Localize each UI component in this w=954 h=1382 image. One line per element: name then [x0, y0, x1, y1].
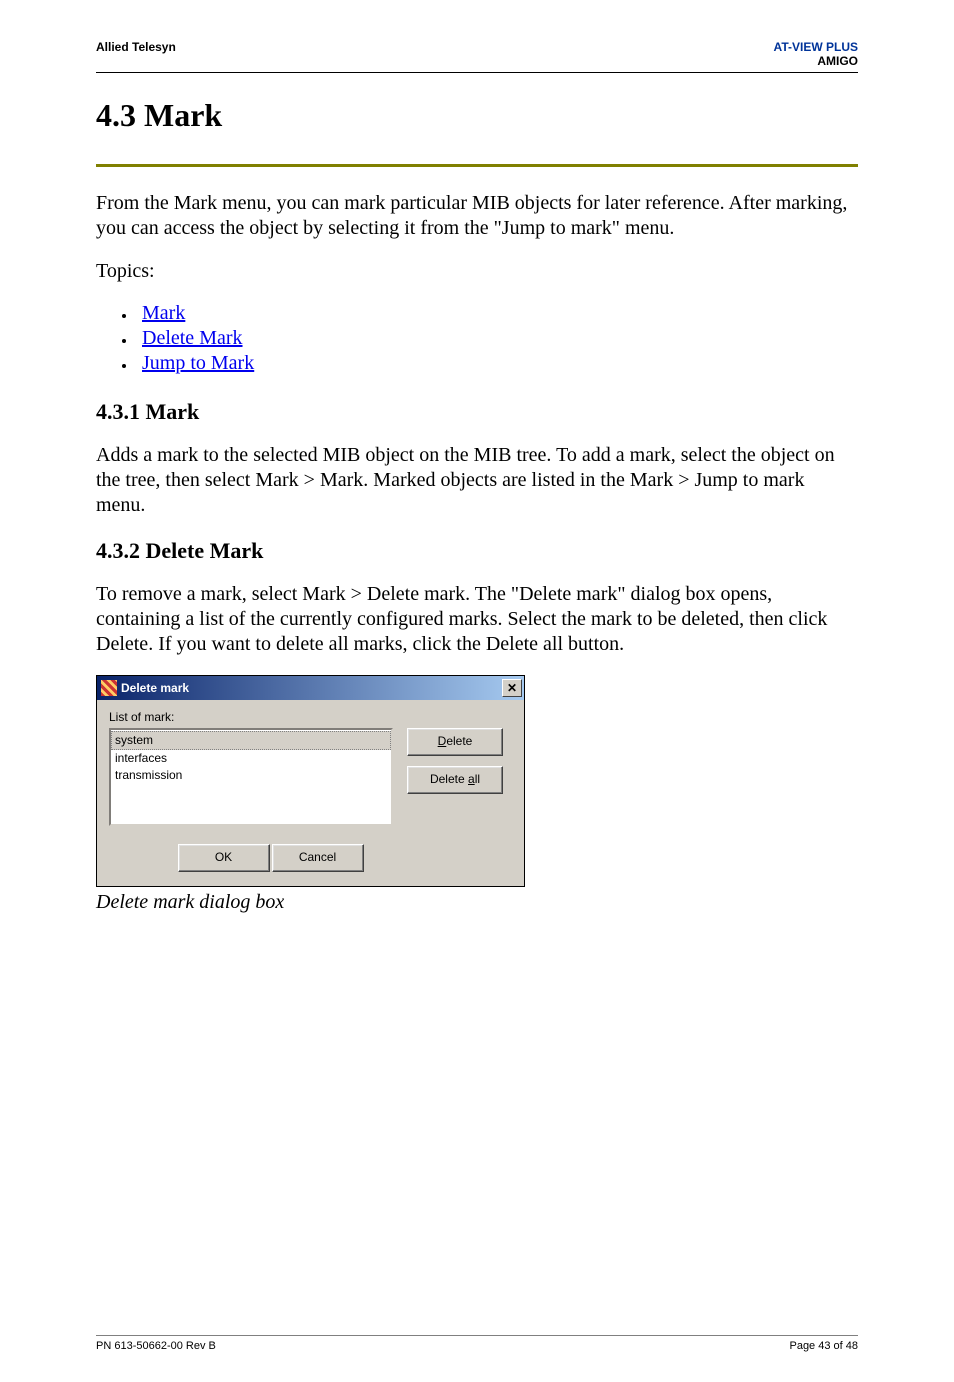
list-item: Mark	[136, 302, 858, 325]
list-item: Delete Mark	[136, 327, 858, 350]
page-header: Allied Telesyn AT-VIEW PLUS AMIGO	[96, 40, 858, 68]
footer-right: Page 43 of 48	[789, 1340, 858, 1352]
topics-label: Topics:	[96, 259, 858, 284]
close-button[interactable]: ✕	[502, 679, 522, 697]
page-footer: PN 613-50662-00 Rev B Page 43 of 48	[96, 1335, 858, 1352]
ok-button[interactable]: OK	[178, 844, 270, 872]
list-item[interactable]: transmission	[111, 767, 391, 784]
list-item[interactable]: interfaces	[111, 750, 391, 767]
link-mark[interactable]: Mark	[142, 302, 185, 324]
intro-paragraph: From the Mark menu, you can mark particu…	[96, 191, 858, 241]
footer-left: PN 613-50662-00 Rev B	[96, 1340, 216, 1352]
delete-all-button[interactable]: Delete all	[407, 766, 503, 794]
list-item: Jump to Mark	[136, 352, 858, 375]
dialog-titlebar: Delete mark ✕	[97, 676, 524, 700]
header-product: AT-VIEW PLUS	[774, 40, 858, 54]
list-item[interactable]: system	[111, 731, 391, 750]
footer-divider	[96, 1335, 858, 1336]
cancel-button[interactable]: Cancel	[272, 844, 364, 872]
page-title: 4.3 Mark	[96, 97, 858, 134]
header-right: AT-VIEW PLUS AMIGO	[774, 40, 858, 68]
link-delete-mark[interactable]: Delete Mark	[142, 327, 243, 349]
listbox-label: List of mark:	[109, 710, 512, 724]
topics-list: Mark Delete Mark Jump to Mark	[136, 302, 858, 375]
title-divider	[96, 164, 858, 167]
link-jump-to-mark[interactable]: Jump to Mark	[142, 352, 254, 374]
header-left: Allied Telesyn	[96, 40, 176, 68]
dialog-title: Delete mark	[121, 681, 189, 695]
dialog-caption: Delete mark dialog box	[96, 891, 858, 914]
close-icon: ✕	[507, 682, 517, 694]
subsection-mark-body: Adds a mark to the selected MIB object o…	[96, 443, 858, 518]
header-subproduct: AMIGO	[774, 54, 858, 68]
subsection-delete-mark-title: 4.3.2 Delete Mark	[96, 538, 858, 564]
header-divider	[96, 72, 858, 73]
subsection-delete-mark-body: To remove a mark, select Mark > Delete m…	[96, 582, 858, 657]
subsection-mark-title: 4.3.1 Mark	[96, 399, 858, 425]
delete-mark-dialog: Delete mark ✕ List of mark: system inter…	[96, 675, 525, 887]
delete-button[interactable]: Delete	[407, 728, 503, 756]
mark-listbox[interactable]: system interfaces transmission	[109, 728, 393, 826]
dialog-icon	[101, 680, 117, 696]
